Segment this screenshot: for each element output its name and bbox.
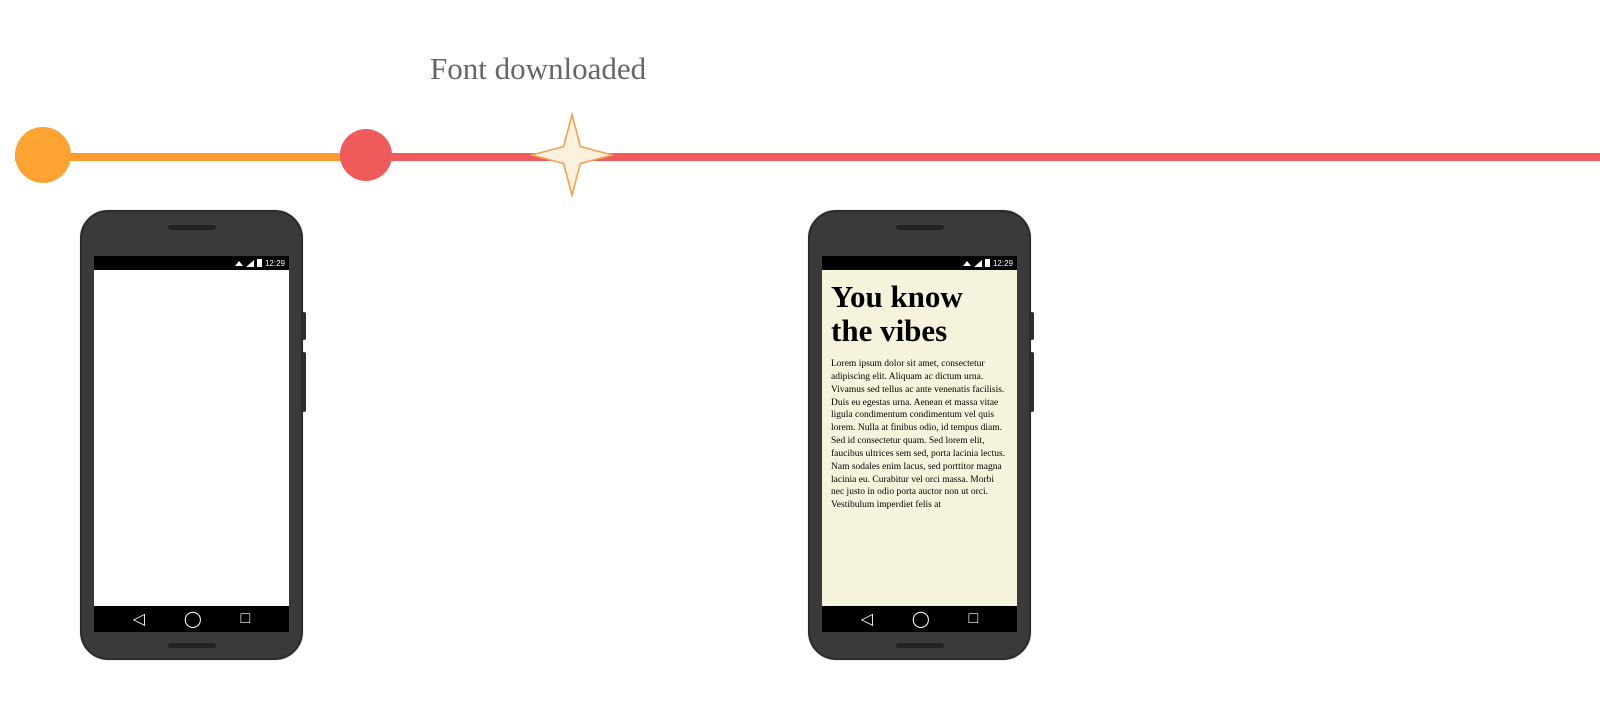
statusbar-time: 12:29 [993,259,1013,268]
statusbar-time: 12:29 [265,259,285,268]
nav-home-icon: ◯ [912,609,930,629]
nav-recent-icon: □ [241,610,251,628]
phone-navbar: ◁ ◯ □ [94,606,289,632]
phones-row: 12:29 ◁ ◯ □ 12:29 You know the vibes Lor… [0,210,1600,690]
phone-volume-button [302,352,306,412]
phone-earpiece [168,225,216,230]
timeline-font-downloaded-star-icon [530,113,614,197]
article-body: Lorem ipsum dolor sit amet, consectetur … [831,358,1008,512]
nav-home-icon: ◯ [184,609,202,629]
nav-back-icon: ◁ [133,609,145,629]
timeline-event-dot [340,129,392,181]
phone-power-button [302,312,306,340]
timeline-marker-label: Font downloaded [430,51,646,87]
phone-after: 12:29 You know the vibes Lorem ipsum dol… [808,210,1031,660]
phone-statusbar: 12:29 [94,256,289,270]
signal-icon [246,260,254,267]
phone-screen-blank [94,270,289,606]
phone-chin-speaker [896,643,944,648]
phone-statusbar: 12:29 [822,256,1017,270]
phone-before: 12:29 ◁ ◯ □ [80,210,303,660]
phone-chin-speaker [168,643,216,648]
phone-screen-article: You know the vibes Lorem ipsum dolor sit… [822,270,1017,606]
nav-recent-icon: □ [969,610,979,628]
timeline [0,125,1600,185]
phone-navbar: ◁ ◯ □ [822,606,1017,632]
battery-icon [985,259,990,267]
nav-back-icon: ◁ [861,609,873,629]
article-title: You know the vibes [831,280,1008,348]
phone-earpiece [896,225,944,230]
phone-power-button [1030,312,1034,340]
phone-volume-button [1030,352,1034,412]
wifi-icon [235,261,243,266]
signal-icon [974,260,982,267]
timeline-start-dot [15,127,71,183]
battery-icon [257,259,262,267]
wifi-icon [963,261,971,266]
